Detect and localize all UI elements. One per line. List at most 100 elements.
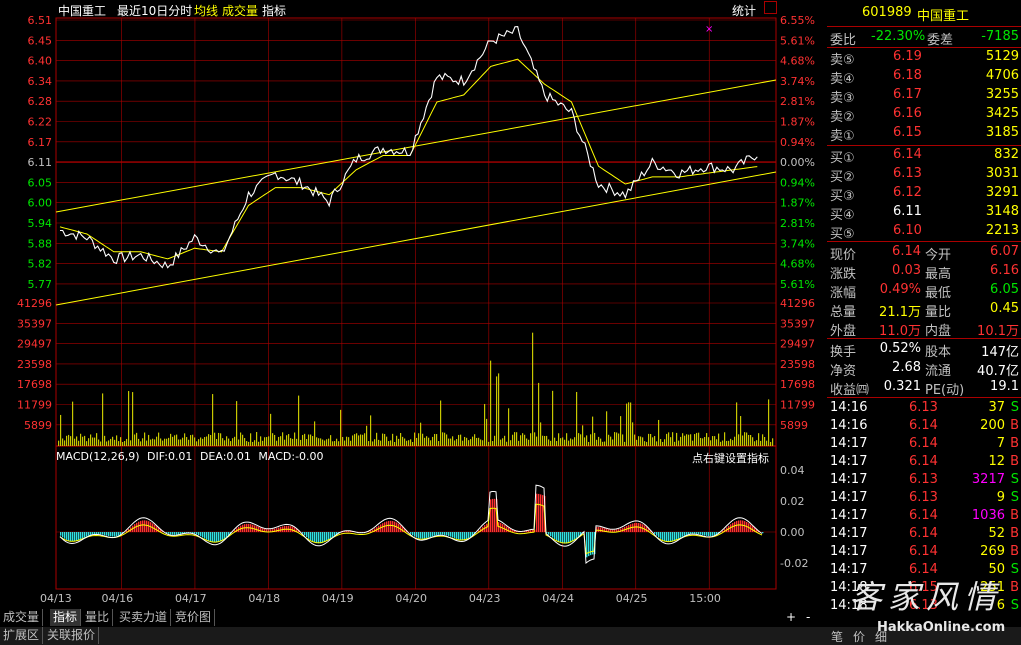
volume-bar	[440, 400, 442, 446]
volume-bar	[736, 402, 738, 446]
tick-volume: 200	[980, 418, 1005, 433]
close-icon[interactable]	[764, 1, 777, 14]
volume-toggle[interactable]: 成交量	[222, 2, 258, 19]
tick-time: 14:17	[830, 472, 868, 487]
tick-row: 14:17 6.13 3217 S	[827, 471, 1021, 490]
volume-bar	[664, 439, 666, 446]
bottom-tab-1[interactable]: 指标	[50, 609, 82, 626]
volume-bar	[340, 409, 342, 446]
volume-bar	[552, 390, 554, 446]
volume-bar	[484, 403, 486, 446]
macd-histogram-bar	[692, 532, 694, 534]
stat-value: 21.1万	[879, 305, 921, 320]
volume-bar	[422, 433, 424, 446]
macd-histogram-bar	[98, 532, 100, 535]
volume-bar	[670, 437, 672, 446]
volume-bar	[628, 402, 630, 446]
volume-bar	[318, 438, 320, 446]
weibi-label: 委比	[830, 33, 857, 48]
zoom-in-button[interactable]: +	[786, 610, 796, 624]
bid-volume: 3291	[985, 185, 1019, 200]
macd-histogram-bar	[108, 532, 110, 537]
volume-bar	[766, 440, 768, 446]
macd-histogram-bar	[86, 532, 88, 537]
avg-line-toggle[interactable]: 均线	[194, 2, 218, 19]
stat-value-2: 6.16	[990, 263, 1019, 278]
volume-bar	[652, 437, 654, 446]
bottom-tab-2[interactable]: 量比	[82, 609, 114, 626]
bottom-tab-3[interactable]: 买卖力道	[116, 609, 172, 626]
quote-tab-1[interactable]: 价	[853, 628, 865, 645]
macd-histogram-bar	[438, 532, 440, 535]
tick-row: 14:17 6.14 7 B	[827, 435, 1021, 454]
volume-bar	[122, 441, 124, 446]
volume-bar	[762, 434, 764, 446]
volume-bar	[502, 438, 504, 446]
volume-bar	[758, 433, 760, 446]
quote-tab-0[interactable]: 笔	[831, 628, 843, 645]
volume-bar	[260, 436, 262, 446]
stat-row: 现价 6.14 今开 6.07	[827, 243, 1021, 263]
volume-bar	[666, 433, 668, 446]
macd-histogram-bar	[568, 532, 570, 544]
macd-histogram-bar	[146, 520, 148, 532]
tick-price: 6.13	[909, 472, 938, 487]
macd-histogram-bar	[384, 522, 386, 532]
zoom-out-button[interactable]: -	[806, 610, 810, 624]
volume-bar	[514, 432, 516, 446]
stats-button[interactable]: 统计	[732, 2, 756, 19]
volume-bar	[538, 382, 540, 446]
stat-label-2: 最低	[925, 286, 952, 301]
macd-histogram-bar	[176, 532, 178, 535]
volume-bar	[660, 439, 662, 446]
price-tick-label: 6.11	[28, 156, 53, 169]
macd-histogram-bar	[706, 532, 708, 536]
volume-bar	[430, 440, 432, 446]
volume-bar	[276, 440, 278, 446]
volume-bar	[384, 433, 386, 446]
weicha-label: 委差	[927, 33, 954, 48]
stat-label: 现价	[830, 248, 857, 263]
volume-bar	[432, 436, 434, 446]
ask-volume: 3425	[985, 106, 1019, 121]
volume-bar	[314, 421, 316, 446]
macd-histogram-bar	[90, 532, 92, 535]
volume-bar	[294, 432, 296, 446]
bottom-tab2-1[interactable]: 关联报价	[44, 627, 100, 644]
volume-bar	[486, 418, 488, 446]
volume-bar	[60, 414, 62, 446]
volume-bar	[554, 437, 556, 446]
volume-bar	[560, 438, 562, 446]
bottom-tab-4[interactable]: 竞价图	[172, 609, 216, 626]
volume-bar	[740, 416, 742, 446]
volume-bar	[448, 438, 450, 446]
volume-bar	[530, 433, 532, 446]
bottom-tab2-0[interactable]: 扩展区	[0, 627, 44, 644]
volume-bar	[574, 437, 576, 446]
macd-histogram-bar	[712, 532, 714, 536]
tick-side: B	[1010, 580, 1019, 595]
volume-bar	[750, 435, 752, 446]
volume-bar	[470, 439, 472, 446]
volume-bar	[336, 438, 338, 446]
macd-histogram-bar	[144, 520, 146, 532]
tick-volume: 1036	[971, 508, 1005, 523]
macd-histogram-bar	[694, 532, 696, 534]
indicator-settings-hint[interactable]: 点右键设置指标	[692, 450, 769, 466]
macd-histogram-bar	[528, 530, 530, 532]
macd-histogram-bar	[554, 532, 556, 540]
chart-canvas[interactable]: 6.51 6.55%6.45 5.61%6.40 4.68%6.34 3.74%6.28…	[0, 0, 827, 609]
chart-frame	[55, 17, 777, 590]
macd-histogram-bar	[388, 520, 390, 532]
volume-bar	[198, 439, 200, 446]
macd-histogram-bar	[64, 532, 66, 539]
macd-histogram-bar	[654, 532, 656, 534]
ask-row: 卖③ 6.17 3255	[827, 86, 1021, 106]
bottom-tab-0[interactable]: 成交量	[0, 609, 44, 626]
volume-bar	[138, 438, 140, 446]
macd-histogram-bar	[736, 520, 738, 532]
macd-histogram-bar	[442, 532, 444, 535]
volume-bar	[300, 439, 302, 446]
indicator-button[interactable]: 指标	[262, 2, 286, 19]
volume-bar	[678, 440, 680, 446]
